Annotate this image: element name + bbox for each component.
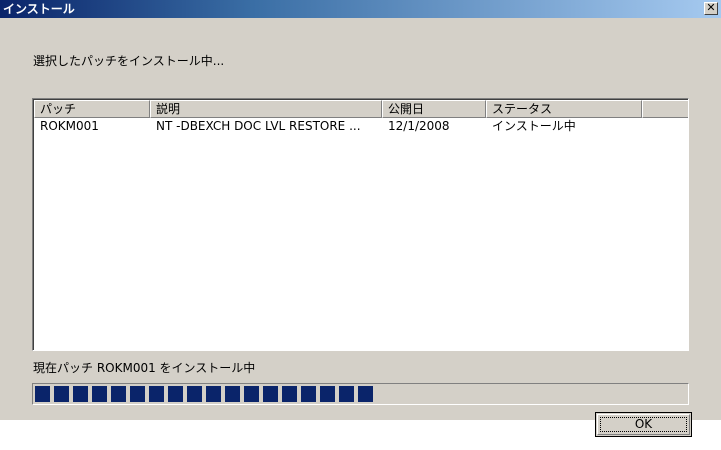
cell-date: 12/1/2008 bbox=[388, 119, 450, 133]
patch-list[interactable]: パッチ 説明 公開日 ステータス ROKM001 NT -DBEXCH DOC … bbox=[32, 98, 689, 351]
cell-description: NT -DBEXCH DOC LVL RESTORE ... bbox=[156, 119, 361, 133]
window-title: インストール bbox=[3, 2, 75, 16]
progress-fill bbox=[35, 386, 374, 402]
instruction-text: 選択したパッチをインストール中... bbox=[33, 54, 225, 68]
install-dialog: インストール ✕ 選択したパッチをインストール中... パッチ 説明 公開日 ス… bbox=[0, 0, 721, 437]
column-header-status[interactable]: ステータス bbox=[486, 100, 642, 118]
column-header-patch[interactable]: パッチ bbox=[34, 100, 150, 118]
ok-button-label: OK bbox=[634, 417, 653, 431]
column-header-empty[interactable] bbox=[642, 100, 688, 118]
list-header: パッチ 説明 公開日 ステータス bbox=[34, 100, 688, 118]
close-icon: ✕ bbox=[706, 1, 716, 14]
close-button[interactable]: ✕ bbox=[704, 2, 718, 15]
title-bar: インストール ✕ bbox=[0, 0, 721, 18]
column-header-date[interactable]: 公開日 bbox=[382, 100, 486, 118]
ok-button[interactable]: OK bbox=[595, 412, 692, 437]
cell-patch: ROKM001 bbox=[40, 119, 99, 133]
column-header-description[interactable]: 説明 bbox=[150, 100, 382, 118]
current-patch-label: 現在パッチ ROKM001 をインストール中 bbox=[33, 361, 256, 375]
cell-status: インストール中 bbox=[492, 119, 576, 133]
progress-bar bbox=[32, 383, 689, 405]
table-row[interactable]: ROKM001 NT -DBEXCH DOC LVL RESTORE ... 1… bbox=[34, 118, 688, 134]
